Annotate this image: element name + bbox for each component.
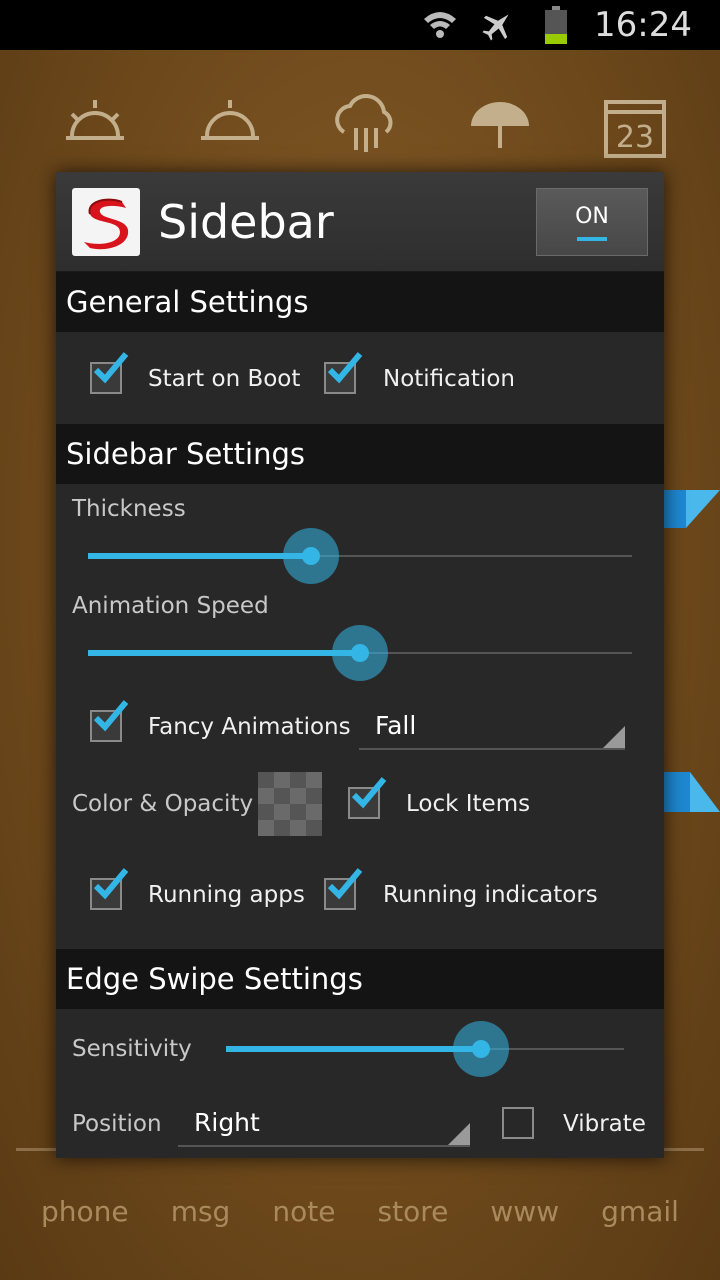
- dialog-title: Sidebar: [158, 194, 334, 249]
- animation-speed-slider[interactable]: [88, 625, 632, 681]
- dock-item[interactable]: phone: [41, 1195, 129, 1228]
- general-settings-row: Start on Boot Notification: [56, 332, 664, 424]
- edge-swipe-settings-body: Sensitivity Position Right Vibrate: [56, 1009, 664, 1158]
- vibrate-label: Vibrate: [563, 1111, 646, 1137]
- svg-text:23: 23: [616, 120, 654, 155]
- running-apps-label: Running apps: [148, 882, 305, 908]
- dock-item[interactable]: store: [378, 1195, 449, 1228]
- color-opacity-label: Color & Opacity: [72, 791, 254, 817]
- app-logo: [72, 187, 140, 256]
- calendar-icon: 23: [604, 100, 666, 158]
- sidebar-logo-icon: [84, 198, 129, 249]
- sidebar-settings-body: Thickness Animation Speed Fancy Animatio…: [56, 484, 664, 949]
- slider-fill: [88, 553, 312, 559]
- wifi-icon: [420, 5, 460, 45]
- lock-items-checkbox[interactable]: [348, 777, 387, 819]
- position-dropdown[interactable]: Right: [178, 1099, 470, 1147]
- running-indicators-label: Running indicators: [383, 882, 598, 908]
- dialog-header: Sidebar ON: [56, 172, 664, 272]
- running-apps-checkbox[interactable]: [90, 868, 129, 910]
- checkmark-icon: [93, 868, 129, 900]
- dropdown-arrow-icon: [603, 726, 625, 748]
- position-value: Right: [194, 1107, 260, 1137]
- checkmark-icon: [327, 868, 363, 900]
- checkmark-icon: [351, 777, 387, 809]
- umbrella-icon: [471, 102, 529, 148]
- dock-item[interactable]: www: [490, 1195, 559, 1228]
- slider-fill: [88, 650, 360, 656]
- running-indicators-checkbox[interactable]: [324, 868, 363, 910]
- sensitivity-label: Sensitivity: [72, 1036, 192, 1062]
- rain-cloud-icon: [335, 94, 393, 152]
- notification-checkbox[interactable]: [324, 352, 363, 394]
- lock-items-label: Lock Items: [406, 791, 531, 817]
- start-on-boot-label: Start on Boot: [148, 366, 301, 392]
- animation-type-dropdown[interactable]: Fall: [359, 702, 625, 750]
- slider-thumb[interactable]: [302, 547, 321, 565]
- dropdown-arrow-icon: [448, 1123, 470, 1145]
- toggle-label: ON: [575, 203, 609, 229]
- enable-toggle-button[interactable]: ON: [536, 188, 648, 256]
- start-on-boot-checkbox[interactable]: [90, 352, 129, 394]
- sensitivity-slider[interactable]: [226, 1021, 624, 1077]
- animation-speed-label: Animation Speed: [72, 593, 269, 619]
- checkmark-icon: [93, 700, 129, 732]
- thickness-label: Thickness: [72, 496, 186, 522]
- thickness-slider[interactable]: [88, 528, 632, 584]
- section-header-sidebar: Sidebar Settings: [56, 424, 664, 484]
- dock-item[interactable]: gmail: [601, 1195, 679, 1228]
- dock-item[interactable]: msg: [171, 1195, 231, 1228]
- sidebar-settings-dialog: Sidebar ON General Settings Start on Boo…: [56, 172, 664, 1158]
- checkmark-icon: [327, 352, 363, 384]
- clock: 16:24: [594, 5, 692, 45]
- sunset-icon: [201, 100, 259, 140]
- battery-icon: [536, 5, 576, 45]
- dock: phone msg note store www gmail: [0, 1195, 720, 1228]
- slider-fill: [226, 1046, 481, 1052]
- sunrise-icon: [66, 100, 124, 140]
- weather-widget: 23: [60, 92, 670, 162]
- fancy-animations-label: Fancy Animations: [148, 714, 351, 740]
- status-bar: 16:24: [0, 0, 720, 50]
- section-header-edge-swipe: Edge Swipe Settings: [56, 949, 664, 1009]
- airplane-mode-icon: [478, 5, 518, 45]
- notification-label: Notification: [383, 366, 515, 392]
- position-label: Position: [72, 1111, 162, 1137]
- slider-thumb[interactable]: [471, 1040, 490, 1058]
- section-header-general: General Settings: [56, 272, 664, 332]
- checkmark-icon: [93, 352, 129, 384]
- fancy-animations-checkbox[interactable]: [90, 700, 129, 742]
- slider-thumb[interactable]: [351, 644, 369, 662]
- toggle-indicator: [577, 236, 607, 241]
- dock-item[interactable]: note: [272, 1195, 335, 1228]
- animation-type-value: Fall: [375, 710, 417, 740]
- color-opacity-swatch[interactable]: [258, 772, 322, 836]
- vibrate-checkbox[interactable]: [502, 1107, 534, 1139]
